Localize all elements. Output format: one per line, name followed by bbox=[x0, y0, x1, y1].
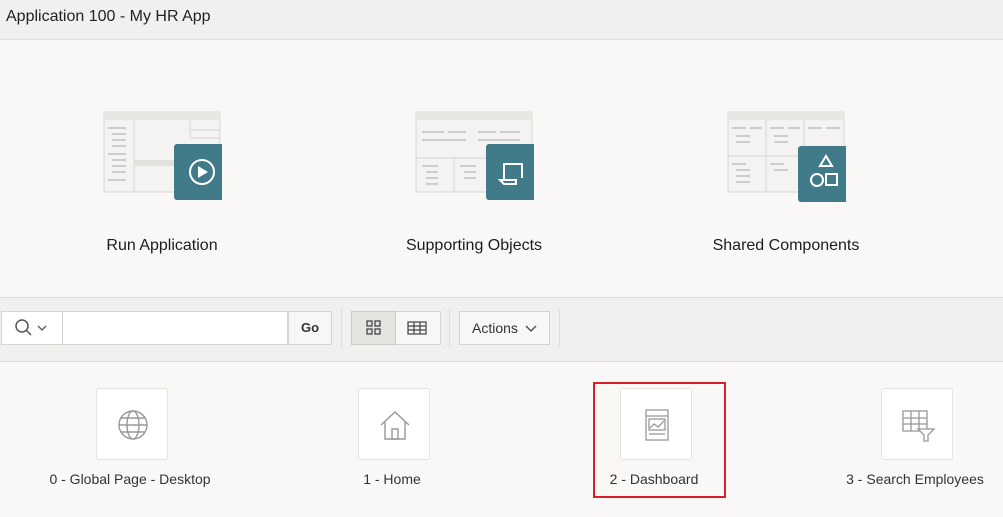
table-view-icon bbox=[407, 321, 427, 335]
actions-label: Actions bbox=[472, 320, 518, 336]
page-toolbar: Go Actions bbox=[0, 298, 1003, 362]
search-icon bbox=[15, 319, 47, 336]
page-item-0[interactable]: 0 - Global Page - Desktop bbox=[40, 388, 220, 498]
supporting-objects-illustration bbox=[415, 111, 534, 200]
app-home-hero: Run Application Supporting Objects Share… bbox=[0, 40, 1003, 298]
app-title: Application 100 - My HR App bbox=[6, 8, 211, 25]
run-application-label: Run Application bbox=[106, 237, 218, 254]
supporting-objects-label: Supporting Objects bbox=[405, 237, 543, 254]
page-item-3[interactable]: 3 - Search Employees bbox=[825, 388, 1003, 498]
run-application-tile[interactable]: Run Application bbox=[42, 40, 282, 298]
grid-filter-icon bbox=[902, 410, 936, 442]
toolbar-divider bbox=[559, 309, 560, 347]
page-label: 0 - Global Page - Desktop bbox=[49, 471, 211, 487]
grid-view-icon bbox=[366, 320, 381, 335]
supporting-objects-tile[interactable]: Supporting Objects bbox=[354, 40, 594, 298]
pages-grid: 0 - Global Page - Desktop 1 - Home 2 - D… bbox=[0, 362, 1003, 517]
page-label: 1 - Home bbox=[363, 471, 421, 487]
page-card[interactable] bbox=[96, 388, 168, 460]
actions-menu-button[interactable]: Actions bbox=[459, 311, 550, 345]
app-title-bar: Application 100 - My HR App bbox=[0, 0, 1003, 40]
toolbar-divider bbox=[341, 309, 342, 347]
selection-highlight bbox=[593, 382, 726, 498]
chevron-down-icon bbox=[525, 325, 537, 332]
globe-icon bbox=[118, 410, 148, 440]
shared-components-label: Shared Components bbox=[712, 237, 860, 254]
icon-view-button[interactable] bbox=[351, 311, 396, 345]
search-input[interactable] bbox=[63, 311, 288, 345]
page-card[interactable] bbox=[881, 388, 953, 460]
search-type-selector[interactable] bbox=[1, 311, 63, 345]
home-icon bbox=[380, 411, 410, 440]
page-item-1[interactable]: 1 - Home bbox=[302, 388, 482, 498]
go-button[interactable]: Go bbox=[288, 311, 332, 345]
page-card[interactable] bbox=[358, 388, 430, 460]
report-view-button[interactable] bbox=[396, 311, 441, 345]
run-application-illustration bbox=[103, 111, 222, 200]
shared-components-illustration bbox=[727, 111, 846, 202]
shared-components-tile[interactable]: Shared Components bbox=[666, 40, 906, 298]
page-label: 3 - Search Employees bbox=[846, 471, 984, 487]
toolbar-divider bbox=[449, 309, 450, 347]
